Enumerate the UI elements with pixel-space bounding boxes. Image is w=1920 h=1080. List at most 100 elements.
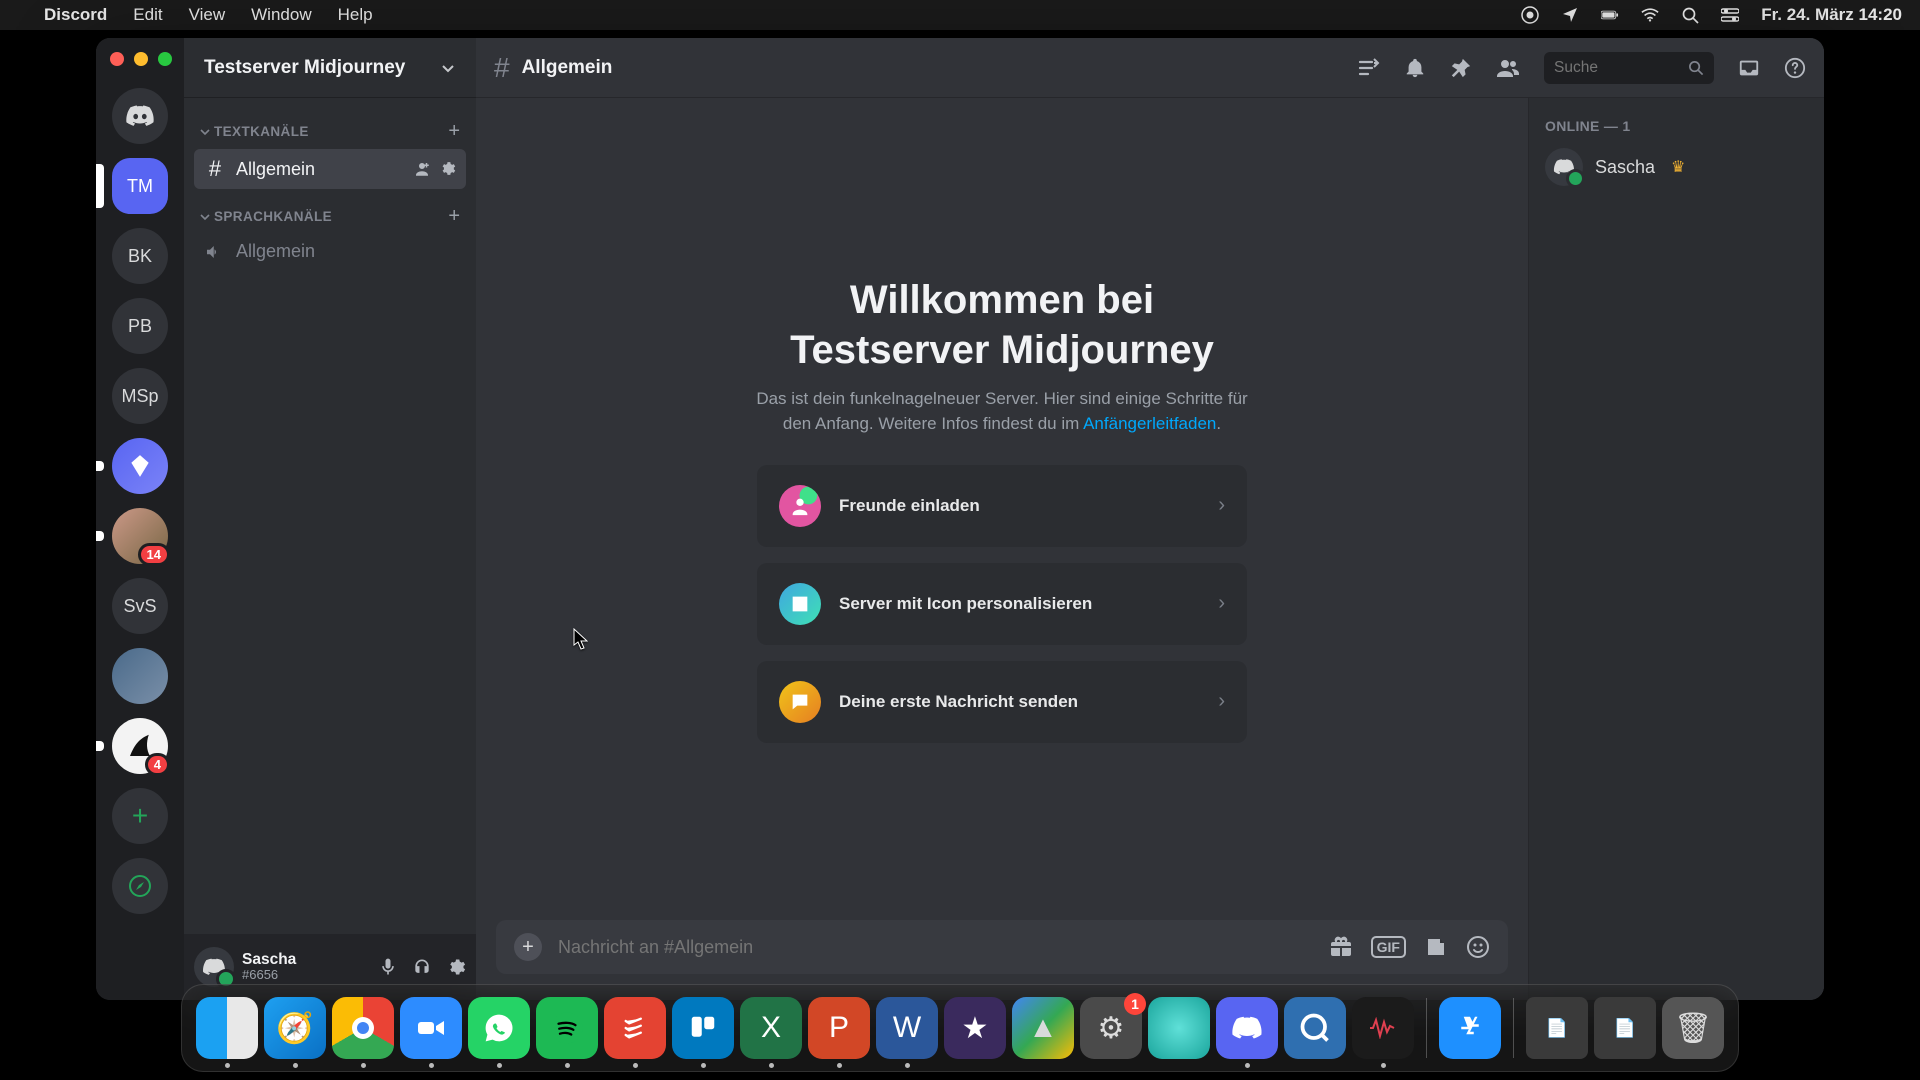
add-text-channel-button[interactable]: + [448, 120, 460, 143]
section-label: SPRACHKANÄLE [214, 209, 332, 224]
chevron-down-icon [200, 212, 210, 222]
attach-button[interactable]: + [514, 933, 542, 961]
getting-started-link[interactable]: Anfängerleitfaden [1083, 414, 1216, 433]
section-voice-channels[interactable]: SPRACHKANÄLE + [194, 191, 466, 232]
card-label: Deine erste Nachricht senden [839, 692, 1078, 712]
guild-explore-button[interactable] [112, 858, 168, 914]
threads-button[interactable] [1356, 56, 1380, 80]
hash-icon: # [204, 156, 226, 182]
dock-whatsapp[interactable] [468, 997, 530, 1059]
mute-mic-button[interactable] [378, 957, 398, 977]
welcome-description: Das ist dein funkelnagelneuer Server. Hi… [742, 387, 1262, 436]
dock-spotify[interactable] [536, 997, 598, 1059]
dock-trash[interactable]: 🗑 [1662, 997, 1724, 1059]
deafen-button[interactable] [412, 957, 432, 977]
guild-tm[interactable]: TM [112, 158, 168, 214]
tray-search-icon[interactable] [1681, 6, 1699, 24]
card-first-message[interactable]: Deine erste Nachricht senden › [757, 661, 1247, 743]
menu-view[interactable]: View [189, 5, 226, 25]
dock-voice-memos[interactable] [1352, 997, 1414, 1059]
dock-excel[interactable]: X [740, 997, 802, 1059]
member-avatar [1545, 148, 1583, 186]
pinned-button[interactable] [1450, 57, 1472, 79]
dock-recent-2[interactable]: 📄 [1594, 997, 1656, 1059]
guild-add-button[interactable]: + [112, 788, 168, 844]
member-row[interactable]: Sascha ♛ [1545, 148, 1808, 186]
dock-app-teal[interactable] [1148, 997, 1210, 1059]
dock-quicktime[interactable] [1284, 997, 1346, 1059]
dock-zoom[interactable] [400, 997, 462, 1059]
sticker-button[interactable] [1424, 935, 1448, 959]
tray-battery-icon[interactable] [1601, 6, 1619, 24]
section-text-channels[interactable]: TEXTKANÄLE + [194, 106, 466, 147]
discord-logo-icon [202, 958, 226, 976]
members-panel: ONLINE — 1 Sascha ♛ [1528, 98, 1824, 1000]
dock-finder[interactable] [196, 997, 258, 1059]
dock-drive[interactable]: ▲ [1012, 997, 1074, 1059]
card-invite-friends[interactable]: Freunde einladen › [757, 465, 1247, 547]
tray-location-icon[interactable] [1561, 6, 1579, 24]
main-area: # Allgemein Willkommen bei [476, 38, 1824, 1000]
menu-edit[interactable]: Edit [133, 5, 162, 25]
add-voice-channel-button[interactable]: + [448, 205, 460, 228]
dock-recent-1[interactable]: 📄 [1526, 997, 1588, 1059]
dock-safari[interactable]: 🧭 [264, 997, 326, 1059]
emoji-button[interactable] [1466, 935, 1490, 959]
message-input[interactable] [558, 937, 1313, 958]
dock-settings[interactable]: ⚙1 [1080, 997, 1142, 1059]
guild-gem[interactable] [112, 438, 168, 494]
guild-bk[interactable]: BK [112, 228, 168, 284]
dock-todoist[interactable] [604, 997, 666, 1059]
guild-photo[interactable] [112, 648, 168, 704]
gif-button[interactable]: GIF [1371, 936, 1406, 958]
help-button[interactable] [1784, 57, 1806, 79]
dock-powerpoint[interactable]: P [808, 997, 870, 1059]
gear-icon[interactable] [439, 160, 456, 178]
server-header[interactable]: Testserver Midjourney [184, 38, 476, 98]
guild-pb[interactable]: PB [112, 298, 168, 354]
tray-record-icon[interactable] [1521, 6, 1539, 24]
menubar-app-name[interactable]: Discord [44, 5, 107, 25]
window-close-button[interactable] [110, 52, 124, 66]
guild-svs[interactable]: SvS [112, 578, 168, 634]
text-channel-allgemein[interactable]: # Allgemein [194, 149, 466, 189]
menu-help[interactable]: Help [338, 5, 373, 25]
guild-badge: 14 [138, 543, 170, 566]
menu-window[interactable]: Window [251, 5, 311, 25]
members-toggle-button[interactable] [1496, 56, 1520, 80]
tray-wifi-icon[interactable] [1641, 6, 1659, 24]
guild-msp[interactable]: MSp [112, 368, 168, 424]
card-personalize-icon[interactable]: Server mit Icon personalisieren › [757, 563, 1247, 645]
invite-icon[interactable] [413, 160, 431, 178]
notifications-button[interactable] [1404, 57, 1426, 79]
user-avatar[interactable] [194, 947, 234, 987]
card-label: Freunde einladen [839, 496, 980, 516]
guild-home[interactable] [112, 88, 168, 144]
crown-icon: ♛ [1671, 157, 1685, 177]
guild-label: MSp [121, 386, 158, 407]
window-minimize-button[interactable] [134, 52, 148, 66]
guild-avatar1[interactable]: 14 [112, 508, 168, 564]
user-settings-button[interactable] [446, 957, 466, 977]
gift-button[interactable] [1329, 935, 1353, 959]
mac-menubar: Discord Edit View Window Help Fr. 24. Mä… [0, 0, 1920, 30]
search-input[interactable] [1554, 59, 1682, 77]
dock-trello[interactable] [672, 997, 734, 1059]
inbox-button[interactable] [1738, 57, 1760, 79]
tray-control-center-icon[interactable] [1721, 6, 1739, 24]
dock-discord[interactable] [1216, 997, 1278, 1059]
search-box[interactable] [1544, 52, 1714, 84]
window-maximize-button[interactable] [158, 52, 172, 66]
guild-midjourney[interactable]: 4 [112, 718, 168, 774]
dock-appstore[interactable] [1439, 997, 1501, 1059]
search-icon [1688, 60, 1704, 76]
guild-label: PB [128, 316, 152, 337]
guild-label: TM [127, 176, 153, 197]
voice-channel-allgemein[interactable]: Allgemein [194, 234, 466, 269]
dock-imovie[interactable]: ★ [944, 997, 1006, 1059]
dock-chrome[interactable] [332, 997, 394, 1059]
chevron-right-icon: › [1218, 690, 1225, 713]
dock-word[interactable]: W [876, 997, 938, 1059]
menubar-clock[interactable]: Fr. 24. März 14:20 [1761, 5, 1902, 25]
welcome-title: Willkommen bei Testserver Midjourney [790, 275, 1214, 375]
